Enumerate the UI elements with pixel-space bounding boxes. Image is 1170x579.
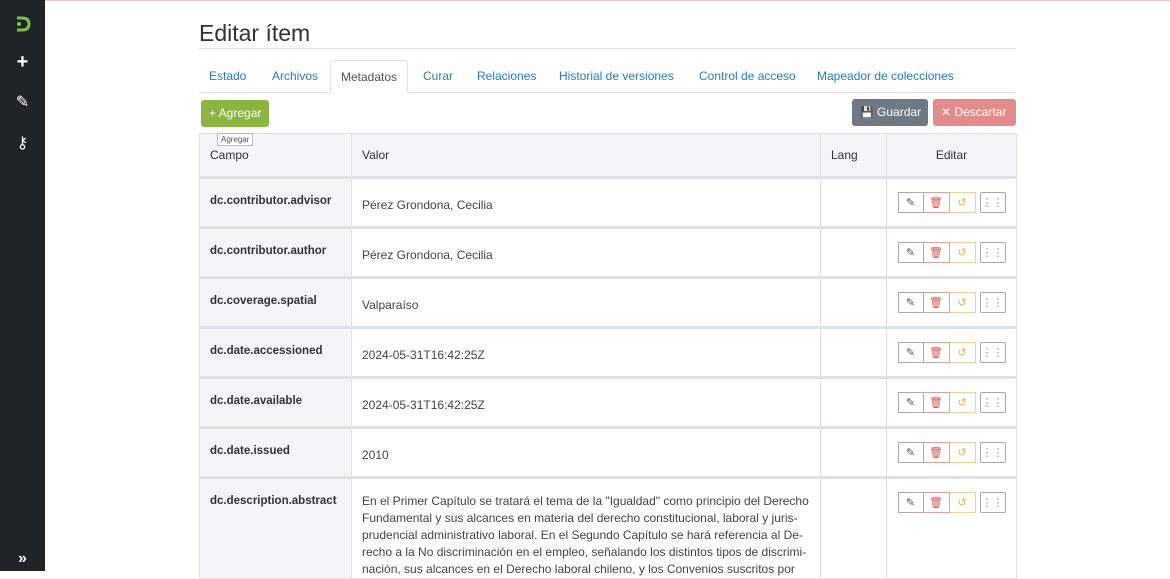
metadata-value: Pérez Grondona, Cecilia	[351, 177, 821, 228]
undo-icon[interactable]: ↺	[949, 342, 976, 363]
drag-handle-icon[interactable]: ⋮⋮	[979, 192, 1006, 213]
undo-icon[interactable]: ↺	[949, 192, 976, 213]
edit-icon[interactable]: ✎	[897, 342, 924, 363]
trash-icon[interactable]: 🗑	[923, 192, 950, 213]
undo-icon[interactable]: ↺	[949, 442, 976, 463]
undo-icon[interactable]: ↺	[949, 242, 976, 263]
close-icon: ✕	[941, 105, 952, 119]
tab-control-acceso[interactable]: Control de acceso	[689, 60, 806, 93]
metadata-field-name: dc.description.abstract	[199, 477, 352, 579]
column-header-edit: Editar	[886, 133, 1017, 178]
tab-curar[interactable]: Curar	[413, 60, 463, 93]
edit-icon[interactable]: ✎	[897, 492, 924, 513]
metadata-lang	[820, 277, 887, 328]
metadata-field-name: dc.coverage.spatial	[199, 277, 352, 328]
metadata-field-name: dc.date.issued	[199, 427, 352, 478]
tab-historial-versiones[interactable]: Historial de versiones	[549, 60, 684, 93]
column-header-value: Valor	[351, 133, 821, 178]
drag-handle-icon[interactable]: ⋮⋮	[979, 442, 1006, 463]
tab-bar: Estado Archivos Metadatos Curar Relacion…	[199, 60, 1016, 93]
trash-icon[interactable]: 🗑	[923, 342, 950, 363]
table-row: dc.date.issued 2010 ✎ 🗑 ↺ ⋮⋮	[199, 427, 1017, 478]
page-title: Editar ítem	[199, 20, 311, 46]
metadata-lang	[820, 327, 887, 378]
key-icon[interactable]: ⚷	[0, 126, 45, 160]
tab-archivos[interactable]: Archivos	[262, 60, 328, 93]
metadata-lang	[820, 177, 887, 228]
drag-handle-icon[interactable]: ⋮⋮	[979, 242, 1006, 263]
edit-actions: ✎ 🗑 ↺ ⋮⋮	[886, 227, 1017, 278]
edit-actions: ✎ 🗑 ↺ ⋮⋮	[886, 427, 1017, 478]
tab-mapeador-colecciones[interactable]: Mapeador de colecciones	[807, 60, 964, 93]
metadata-lang	[820, 227, 887, 278]
admin-sidebar: + ✎ ⚷ »	[0, 0, 45, 571]
metadata-field-name: dc.date.available	[199, 377, 352, 428]
tab-estado[interactable]: Estado	[199, 60, 256, 93]
metadata-field-name: dc.contributor.author	[199, 227, 352, 278]
title-divider	[199, 48, 1016, 49]
table-row: dc.coverage.spatial Valparaíso ✎ 🗑 ↺ ⋮⋮	[199, 277, 1017, 328]
trash-icon[interactable]: 🗑	[923, 392, 950, 413]
save-button-label: Guardar	[877, 105, 922, 119]
undo-icon[interactable]: ↺	[949, 392, 976, 413]
metadata-table: Campo Valor Lang Editar dc.contributor.a…	[199, 133, 1017, 579]
table-header-row: Campo Valor Lang Editar	[199, 133, 1017, 178]
table-row: dc.date.accessioned 2024-05-31T16:42:25Z…	[199, 327, 1017, 378]
drag-handle-icon[interactable]: ⋮⋮	[979, 492, 1006, 513]
metadata-value: En el Primer Capítulo se tratará el tema…	[351, 477, 821, 579]
metadata-field-name: dc.contributor.advisor	[199, 177, 352, 228]
add-tooltip: Agregar	[217, 133, 254, 146]
save-button[interactable]: 💾 Guardar	[852, 99, 928, 126]
edit-actions: ✎ 🗑 ↺ ⋮⋮	[886, 277, 1017, 328]
edit-icon[interactable]: ✎	[897, 292, 924, 313]
metadata-field-name: dc.date.accessioned	[199, 327, 352, 378]
edit-icon[interactable]: ✎	[897, 242, 924, 263]
top-accent-line	[0, 0, 1170, 1]
trash-icon[interactable]: 🗑	[923, 442, 950, 463]
metadata-value: 2024-05-31T16:42:25Z	[351, 327, 821, 378]
discard-button[interactable]: ✕ Descartar	[933, 99, 1016, 126]
undo-icon[interactable]: ↺	[949, 492, 976, 513]
edit-icon[interactable]: ✎	[897, 392, 924, 413]
edit-icon[interactable]: ✎	[897, 192, 924, 213]
edit-actions: ✎ 🗑 ↺ ⋮⋮	[886, 327, 1017, 378]
trash-icon[interactable]: 🗑	[923, 292, 950, 313]
metadata-value: 2024-05-31T16:42:25Z	[351, 377, 821, 428]
table-row: dc.date.available 2024-05-31T16:42:25Z ✎…	[199, 377, 1017, 428]
discard-button-label: Descartar	[954, 105, 1007, 119]
pencil-icon[interactable]: ✎	[0, 85, 45, 119]
drag-handle-icon[interactable]: ⋮⋮	[979, 392, 1006, 413]
undo-icon[interactable]: ↺	[949, 292, 976, 313]
plus-icon[interactable]: +	[0, 45, 45, 79]
metadata-value: Pérez Grondona, Cecilia	[351, 227, 821, 278]
tab-relaciones[interactable]: Relaciones	[467, 60, 546, 93]
table-row: dc.contributor.author Pérez Grondona, Ce…	[199, 227, 1017, 278]
metadata-value: Valparaíso	[351, 277, 821, 328]
trash-icon[interactable]: 🗑	[923, 242, 950, 263]
table-row: dc.description.abstract En el Primer Cap…	[199, 477, 1017, 579]
logo-icon[interactable]	[0, 7, 45, 41]
metadata-value: 2010	[351, 427, 821, 478]
metadata-lang	[820, 427, 887, 478]
edit-actions: ✎ 🗑 ↺ ⋮⋮	[886, 377, 1017, 428]
add-button[interactable]: + Agregar	[201, 100, 270, 127]
metadata-lang	[820, 477, 887, 579]
column-header-lang: Lang	[820, 133, 887, 178]
save-icon: 💾	[860, 107, 874, 119]
drag-handle-icon[interactable]: ⋮⋮	[979, 292, 1006, 313]
tab-metadatos[interactable]: Metadatos	[330, 60, 409, 93]
edit-icon[interactable]: ✎	[897, 442, 924, 463]
trash-icon[interactable]: 🗑	[923, 492, 950, 513]
edit-actions: ✎ 🗑 ↺ ⋮⋮	[886, 177, 1017, 228]
edit-actions: ✎ 🗑 ↺ ⋮⋮	[886, 477, 1017, 579]
drag-handle-icon[interactable]: ⋮⋮	[979, 342, 1006, 363]
table-row: dc.contributor.advisor Pérez Grondona, C…	[199, 177, 1017, 228]
metadata-lang	[820, 377, 887, 428]
